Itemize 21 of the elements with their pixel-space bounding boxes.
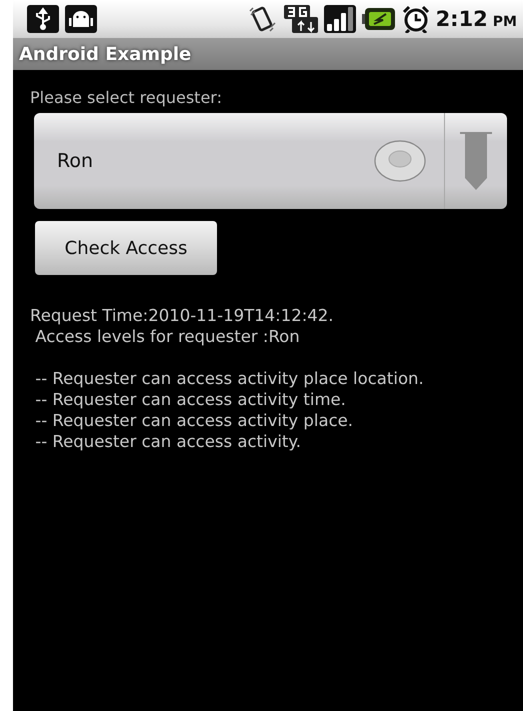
radio-icon	[374, 139, 426, 183]
result-line: Access levels for requester :Ron	[34, 326, 301, 347]
app-title: Android Example	[19, 44, 192, 64]
spinner-value: Ron	[57, 150, 94, 172]
access-line: -- Requester can access activity place location.	[34, 368, 425, 389]
access-line: -- Requester can access activity time.	[34, 389, 347, 410]
usb-icon	[27, 5, 59, 33]
access-line: -- Requester can access activity.	[34, 431, 302, 452]
network-3g-icon	[284, 5, 318, 33]
alarm-clock-icon	[402, 5, 430, 33]
clock-time: 2:12 PM	[436, 7, 517, 31]
battery-charging-icon	[362, 7, 396, 31]
clock-ampm: PM	[492, 14, 517, 30]
android-icon	[65, 5, 97, 33]
result-line: Request Time:2010-11-19T14:12:42.	[30, 305, 335, 326]
caret-icon	[458, 131, 494, 191]
signal-icon	[324, 5, 356, 33]
access-line: -- Requester can access activity place.	[34, 410, 354, 431]
requester-prompt: Please select requester:	[30, 88, 223, 107]
requester-spinner[interactable]: Ron	[34, 113, 507, 209]
check-access-button[interactable]: Check Access	[35, 221, 217, 275]
